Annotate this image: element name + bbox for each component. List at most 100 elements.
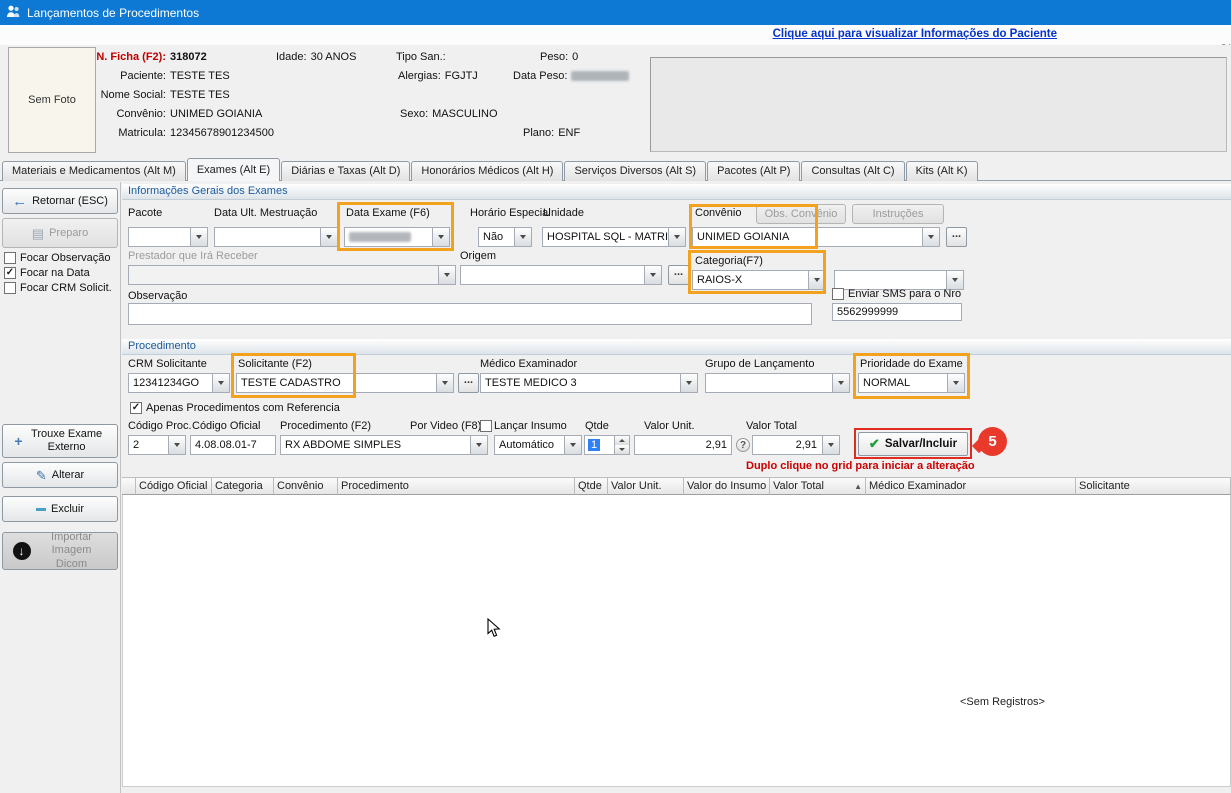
tipo-san-label: Tipo San.: bbox=[396, 51, 446, 63]
crm-solicitante-select[interactable]: 12341234GO bbox=[128, 373, 230, 393]
chevron-down-icon bbox=[320, 228, 337, 246]
horario-especial-select[interactable]: Não bbox=[478, 227, 532, 247]
photo-placeholder: Sem Foto bbox=[8, 47, 96, 153]
patient-info-link[interactable]: Clique aqui para visualizar Informações … bbox=[773, 28, 1057, 40]
salvar-incluir-button[interactable]: ✔ Salvar/Incluir bbox=[858, 432, 968, 456]
excluir-button[interactable]: ▬ Excluir bbox=[2, 496, 118, 522]
checkbox-box: ✓ bbox=[4, 267, 16, 279]
solicitante-select[interactable]: TESTE CADASTRO bbox=[236, 373, 454, 393]
categoria-extra-select[interactable] bbox=[834, 270, 964, 290]
focar-na-data-checkbox[interactable]: ✓ Focar na Data bbox=[4, 267, 90, 279]
data-exame-select[interactable] bbox=[344, 227, 450, 247]
data-exame-label: Data Exame (F6) bbox=[346, 207, 430, 219]
procedimento-select[interactable]: RX ABDOME SIMPLES bbox=[280, 435, 488, 455]
grid-indicator-column bbox=[122, 477, 136, 495]
lancar-insumo-select[interactable]: Automático bbox=[494, 435, 582, 455]
sms-number-input[interactable]: 5562999999 bbox=[832, 303, 962, 321]
por-video-checkbox[interactable] bbox=[480, 420, 492, 432]
apenas-referencia-checkbox[interactable]: ✓ Apenas Procedimentos com Referencia bbox=[130, 402, 340, 414]
grid-header-codigo-oficial[interactable]: Código Oficial bbox=[136, 477, 212, 495]
origem-select[interactable] bbox=[460, 265, 662, 285]
tab-exames[interactable]: Exames (Alt E) bbox=[187, 158, 280, 181]
grid-header-categoria[interactable]: Categoria bbox=[212, 477, 274, 495]
importar-dicom-button[interactable]: ↓ Importar Imagem Dicom bbox=[2, 532, 118, 570]
focar-observacao-checkbox[interactable]: Focar Observação bbox=[4, 252, 110, 264]
checkbox-box bbox=[4, 282, 16, 294]
medico-examinador-select[interactable]: TESTE MEDICO 3 bbox=[480, 373, 698, 393]
green-check-icon: ✔ bbox=[869, 436, 880, 452]
procedimento-label: Procedimento (F2) bbox=[280, 420, 371, 432]
tab-kits[interactable]: Kits (Alt K) bbox=[906, 161, 978, 181]
chevron-down-icon bbox=[438, 266, 455, 284]
chevron-down-icon bbox=[436, 374, 453, 392]
categoria-select[interactable]: RAIOS-X bbox=[692, 270, 826, 290]
grid-header-medico[interactable]: Médico Examinador bbox=[866, 477, 1076, 495]
check-icon: ✓ bbox=[6, 268, 14, 278]
procedimentos-grid[interactable] bbox=[122, 495, 1231, 787]
spinner-down-icon[interactable] bbox=[615, 445, 629, 454]
enviar-sms-checkbox[interactable]: Enviar SMS para o Nro bbox=[832, 288, 961, 300]
trouxe-exame-button[interactable]: + Trouxe Exame Externo bbox=[2, 424, 118, 458]
grupo-lancamento-select[interactable] bbox=[705, 373, 850, 393]
tab-pacotes[interactable]: Pacotes (Alt P) bbox=[707, 161, 800, 181]
solicitante-browse-button[interactable]: ... bbox=[458, 373, 479, 393]
qtde-stepper[interactable]: 1 bbox=[584, 435, 630, 455]
tab-materiais[interactable]: Materiais e Medicamentos (Alt M) bbox=[2, 161, 186, 181]
spinner-up-icon[interactable] bbox=[615, 436, 629, 445]
matricula-label: Matricula: bbox=[90, 127, 166, 139]
exames-group-header: Informações Gerais dos Exames bbox=[122, 184, 1231, 200]
grid-header-solicitante[interactable]: Solicitante bbox=[1076, 477, 1231, 495]
alterar-button[interactable]: ✎ Alterar bbox=[2, 462, 118, 488]
tab-servicos[interactable]: Serviços Diversos (Alt S) bbox=[564, 161, 706, 181]
grid-header-qtde[interactable]: Qtde bbox=[575, 477, 608, 495]
grid-header-valor-insumo[interactable]: Valor do Insumo bbox=[684, 477, 770, 495]
prioridade-select[interactable]: NORMAL bbox=[858, 373, 965, 393]
peso-field: Peso: 0 bbox=[540, 51, 578, 63]
tab-consultas[interactable]: Consultas (Alt C) bbox=[801, 161, 904, 181]
ficha-label: N. Ficha (F2): bbox=[90, 51, 166, 63]
tab-honorarios[interactable]: Honorários Médicos (Alt H) bbox=[411, 161, 563, 181]
qtde-label: Qtde bbox=[585, 420, 609, 432]
observacao-input[interactable] bbox=[128, 303, 812, 325]
alergias-field: Alergias: FGJTJ bbox=[398, 70, 478, 82]
grid-header-convenio[interactable]: Convênio bbox=[274, 477, 338, 495]
nome-social-value: TESTE TES bbox=[170, 89, 230, 101]
chevron-down-icon bbox=[832, 374, 849, 392]
origem-label: Origem bbox=[460, 250, 496, 262]
grid-header-valor-total[interactable]: Valor Total▲ bbox=[770, 477, 866, 495]
prestador-select[interactable] bbox=[128, 265, 456, 285]
obs-convenio-button[interactable]: Obs. Convênio bbox=[756, 204, 846, 224]
window-title: Lançamentos de Procedimentos bbox=[27, 6, 199, 20]
valor-total-field[interactable]: 2,91 bbox=[752, 435, 840, 455]
retornar-button[interactable]: ← Retornar (ESC) bbox=[2, 188, 118, 214]
grid-header-procedimento[interactable]: Procedimento bbox=[338, 477, 575, 495]
chevron-down-icon bbox=[432, 228, 449, 246]
data-ult-select[interactable] bbox=[214, 227, 338, 247]
preparo-button[interactable]: ▤ Preparo bbox=[2, 218, 118, 248]
grid-empty-text: <Sem Registros> bbox=[960, 696, 1045, 708]
horario-especial-label: Horário Especial bbox=[470, 207, 551, 219]
lancar-insumo-label: Lançar Insumo bbox=[494, 420, 567, 432]
codigo-proc-select[interactable]: 2 bbox=[128, 435, 186, 455]
grid-header-valor-unit[interactable]: Valor Unit. bbox=[608, 477, 684, 495]
tab-diarias[interactable]: Diárias e Taxas (Alt D) bbox=[281, 161, 410, 181]
valor-unit-input[interactable]: 2,91 bbox=[634, 435, 732, 455]
pacote-select[interactable] bbox=[128, 227, 208, 247]
convenio-value: UNIMED GOIANIA bbox=[170, 108, 262, 120]
idade-label: Idade: bbox=[276, 51, 307, 63]
focar-crm-checkbox[interactable]: Focar CRM Solicit. bbox=[4, 282, 112, 294]
titlebar: Lançamentos de Procedimentos bbox=[0, 0, 1231, 25]
codigo-oficial-input[interactable]: 4.08.08.01-7 bbox=[190, 435, 276, 455]
help-icon[interactable]: ? bbox=[736, 438, 750, 452]
instrucoes-button[interactable]: Instruções bbox=[852, 204, 944, 224]
plano-value: ENF bbox=[558, 127, 580, 139]
app-icon bbox=[6, 4, 21, 22]
back-arrow-icon: ← bbox=[12, 194, 27, 209]
convenio-browse-button[interactable]: ... bbox=[946, 227, 967, 247]
convenio-exame-select[interactable]: UNIMED GOIANIA bbox=[692, 227, 940, 247]
origem-browse-button[interactable]: ... bbox=[668, 265, 689, 285]
unidade-select[interactable]: HOSPITAL SQL - MATRIZ bbox=[542, 227, 686, 247]
pacote-label: Pacote bbox=[128, 207, 162, 219]
redacted-value bbox=[349, 232, 411, 242]
clipboard-icon: ▤ bbox=[32, 227, 44, 240]
